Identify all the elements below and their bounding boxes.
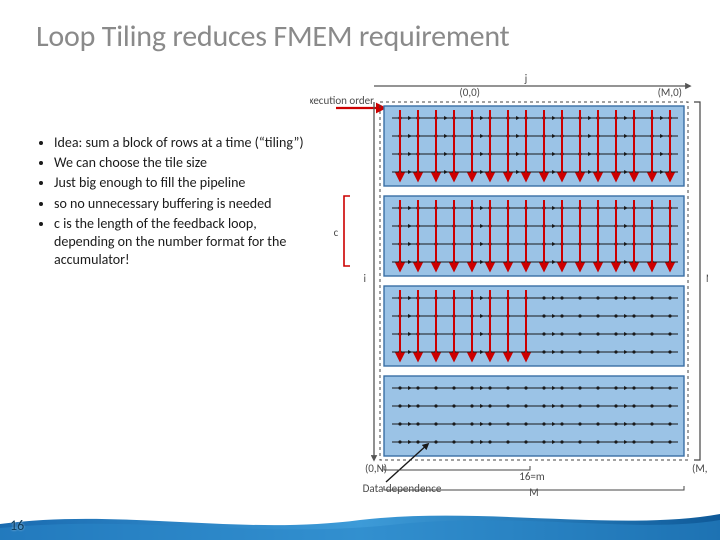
bullet-item: Just big enough to fill the pipeline: [54, 174, 306, 192]
slide: Loop Tiling reduces FMEM requirement Ide…: [0, 0, 720, 540]
exec-order-label: Execution order: [310, 94, 374, 107]
tile-2: [384, 196, 684, 276]
n-label: N: [706, 272, 708, 285]
tiling-diagram: j (0,0) (M,0) Execution order i c N: [310, 68, 708, 496]
16m-label: 16=m: [519, 470, 545, 483]
footer-wave: [0, 506, 720, 540]
slide-number: 16: [10, 517, 24, 534]
bullet-item: c is the length of the feedback loop, de…: [54, 215, 306, 270]
bullet-item: Idea: sum a block of rows at a time (“ti…: [54, 134, 306, 152]
m0-label: (M,0): [658, 86, 682, 99]
bullet-item: We can choose the tile size: [54, 154, 306, 172]
tile-1: [384, 106, 684, 186]
bullet-item: so no unnecessary buffering is needed: [54, 195, 306, 213]
bullet-list: Idea: sum a block of rows at a time (“ti…: [36, 134, 306, 271]
axis-i-label: i: [363, 272, 366, 285]
axis-j-label: j: [524, 72, 528, 85]
c-label: c: [334, 226, 339, 239]
origin-label: (0,0): [459, 86, 480, 99]
slide-title: Loop Tiling reduces FMEM requirement: [36, 18, 510, 55]
mn-label: (M, N): [692, 462, 708, 475]
m-label: M: [529, 486, 538, 496]
data-dep-label: Data dependence: [363, 482, 442, 495]
tile-4: [384, 376, 684, 456]
tile-3: [384, 286, 684, 366]
